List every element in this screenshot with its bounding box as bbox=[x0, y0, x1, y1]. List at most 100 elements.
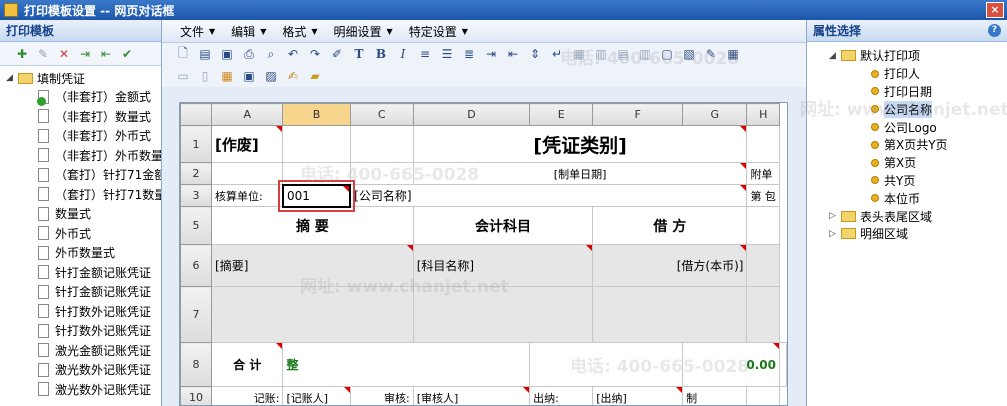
pencil-icon[interactable]: ✎ bbox=[702, 45, 720, 63]
table-icon[interactable]: ▦ bbox=[218, 67, 236, 85]
total-label[interactable]: 合 计 bbox=[211, 342, 284, 387]
style-icon[interactable]: ▰ bbox=[306, 67, 324, 85]
unit-value-cell[interactable]: 001 bbox=[277, 179, 356, 212]
tree-item[interactable]: （非套打）外币式 bbox=[0, 126, 161, 146]
image-icon[interactable]: ▨ bbox=[262, 67, 280, 85]
cell[interactable] bbox=[529, 342, 684, 387]
auditor-field[interactable]: [审核人] bbox=[412, 386, 531, 405]
collapse-icon[interactable]: ◢ bbox=[829, 51, 838, 61]
split-icon[interactable]: ▥ bbox=[592, 45, 610, 63]
col-header[interactable]: G bbox=[682, 103, 748, 126]
tree-item[interactable]: 针打数外记账凭证 bbox=[0, 321, 161, 341]
new-icon[interactable]: 🗋 bbox=[174, 45, 192, 63]
menu-edit[interactable]: 编辑 ▼ bbox=[223, 20, 274, 43]
merge-icon[interactable]: ▦ bbox=[570, 45, 588, 63]
total-value[interactable]: 0.00 bbox=[682, 342, 780, 387]
align-center-icon[interactable]: ☰ bbox=[438, 45, 456, 63]
summary-field[interactable]: [摘要] bbox=[211, 244, 414, 287]
col-header[interactable]: H bbox=[746, 103, 780, 126]
property-group-default[interactable]: ◢ 默认打印项 bbox=[829, 47, 1007, 65]
col-header[interactable]: E bbox=[529, 103, 594, 126]
redo-icon[interactable]: ↷ bbox=[306, 45, 324, 63]
wrap-icon[interactable]: ↵ bbox=[548, 45, 566, 63]
tree-item[interactable]: 数量式 bbox=[0, 204, 161, 224]
row-header[interactable]: 10 bbox=[180, 386, 213, 405]
property-group-header-footer[interactable]: ▷ 表头表尾区域 bbox=[829, 207, 1007, 225]
voucher-type-title[interactable]: [凭证类别] bbox=[412, 125, 748, 163]
tree-item[interactable]: （套打）针打71数量 bbox=[0, 185, 161, 205]
cell[interactable] bbox=[282, 125, 351, 163]
col-header[interactable]: D bbox=[412, 103, 531, 126]
row-header[interactable]: 8 bbox=[180, 342, 213, 387]
row-header[interactable]: 3 bbox=[180, 184, 213, 207]
attachment-label[interactable]: 附单 bbox=[746, 162, 780, 185]
tree-item[interactable]: （套打）针打71金额 bbox=[0, 165, 161, 185]
print-preview-icon[interactable]: ⎙ bbox=[240, 45, 258, 63]
company-name-field[interactable]: [公司名称] bbox=[349, 184, 748, 207]
cell[interactable] bbox=[746, 386, 780, 405]
indent-icon[interactable]: ⇥ bbox=[482, 45, 500, 63]
outdent-icon[interactable]: ⇤ bbox=[504, 45, 522, 63]
export-template-icon[interactable]: ⇤ bbox=[98, 46, 114, 62]
collapse-icon[interactable]: ◢ bbox=[6, 73, 15, 83]
help-icon[interactable]: ? bbox=[988, 24, 1001, 37]
cell[interactable] bbox=[282, 162, 351, 185]
detail-cell[interactable] bbox=[592, 286, 748, 343]
col-header[interactable]: C bbox=[349, 103, 414, 126]
format-painter-icon[interactable]: ✐ bbox=[328, 45, 346, 63]
menu-detail-settings[interactable]: 明细设置 ▼ bbox=[326, 20, 401, 43]
edit-template-icon[interactable]: ✎ bbox=[35, 46, 51, 62]
detail-cell[interactable] bbox=[211, 286, 414, 343]
tree-item[interactable]: （非套打）金额式 bbox=[0, 87, 161, 107]
property-item[interactable]: 公司Logo bbox=[829, 118, 1007, 136]
property-item[interactable]: 第X页共Y页 bbox=[829, 136, 1007, 154]
italic-icon[interactable]: I bbox=[394, 45, 412, 63]
cell[interactable] bbox=[211, 162, 284, 185]
void-cell[interactable]: [作废] bbox=[211, 125, 284, 163]
detail-cell[interactable] bbox=[412, 286, 594, 343]
delete-template-icon[interactable]: ✕ bbox=[56, 46, 72, 62]
voucher-date-field[interactable]: [制单日期] bbox=[412, 162, 748, 185]
property-group-detail[interactable]: ▷ 明细区域 bbox=[829, 225, 1007, 243]
col-width-icon[interactable]: ▯ bbox=[196, 67, 214, 85]
tree-item[interactable]: 外币数量式 bbox=[0, 243, 161, 263]
tree-item[interactable]: （非套打）数量式 bbox=[0, 107, 161, 127]
property-icon[interactable]: ✍ bbox=[284, 67, 302, 85]
open-icon[interactable]: ▤ bbox=[196, 45, 214, 63]
row-header[interactable]: 6 bbox=[180, 244, 213, 287]
import-template-icon[interactable]: ⇥ bbox=[77, 46, 93, 62]
property-item[interactable]: 共Y页 bbox=[829, 172, 1007, 190]
bookkeeper-field[interactable]: [记账人] bbox=[282, 386, 351, 405]
debit-header[interactable]: 借 方 bbox=[592, 206, 748, 245]
bold-icon[interactable]: B bbox=[372, 45, 390, 63]
cell[interactable] bbox=[746, 206, 780, 245]
tree-item[interactable]: 激光数外记账凭证 bbox=[0, 360, 161, 380]
cell[interactable] bbox=[779, 342, 787, 387]
tree-root-fill-voucher[interactable]: ◢ 填制凭证 bbox=[0, 69, 161, 87]
subject-header[interactable]: 会计科目 bbox=[412, 206, 594, 245]
insert-row-icon[interactable]: ▤ bbox=[614, 45, 632, 63]
tree-item[interactable]: 外币式 bbox=[0, 224, 161, 244]
cell[interactable] bbox=[349, 125, 414, 163]
cell[interactable] bbox=[746, 244, 780, 287]
tree-item[interactable]: 针打金额记账凭证 bbox=[0, 263, 161, 283]
row-header[interactable]: 5 bbox=[180, 206, 213, 245]
tree-item[interactable]: 激光金额记账凭证 bbox=[0, 341, 161, 361]
row-header[interactable]: 7 bbox=[180, 286, 213, 343]
tree-item[interactable]: 针打金额记账凭证 bbox=[0, 282, 161, 302]
zoom-icon[interactable]: ⌕ bbox=[262, 45, 280, 63]
menu-format[interactable]: 格式 ▼ bbox=[274, 20, 325, 43]
cell[interactable] bbox=[349, 162, 414, 185]
cashier-field[interactable]: [出纳] bbox=[592, 386, 684, 405]
grid-corner[interactable] bbox=[180, 103, 213, 126]
tree-item[interactable]: （非套打）外币数量 bbox=[0, 146, 161, 166]
debit-field[interactable]: [借方(本币)] bbox=[592, 244, 748, 287]
total-amount-words[interactable]: 整 bbox=[282, 342, 531, 387]
tree-item[interactable]: 针打数外记账凭证 bbox=[0, 302, 161, 322]
font-icon[interactable]: T bbox=[350, 45, 368, 63]
new-template-icon[interactable]: ✚ bbox=[14, 46, 30, 62]
col-header[interactable]: A bbox=[211, 103, 284, 126]
col-header[interactable]: F bbox=[592, 103, 684, 126]
property-item[interactable]: 打印日期 bbox=[829, 83, 1007, 101]
expand-icon[interactable]: ▷ bbox=[829, 211, 838, 221]
